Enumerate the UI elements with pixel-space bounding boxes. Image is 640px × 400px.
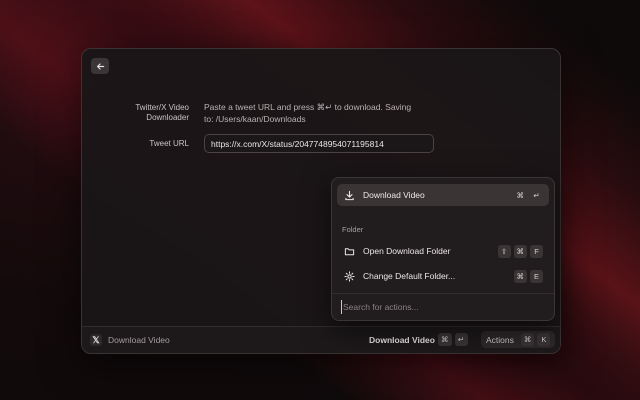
bottom-bar-title: Download Video xyxy=(108,335,170,345)
command-key-icon: ⌘ xyxy=(513,188,527,202)
actions-panel: Download Video ⌘ ↵ Folder Open Download … xyxy=(331,177,555,321)
primary-action-button[interactable]: Download Video xyxy=(369,335,435,345)
folder-icon xyxy=(343,245,355,257)
shift-key-icon: ⇧ xyxy=(497,244,511,258)
actions-label: Actions xyxy=(486,334,514,345)
arrow-left-icon xyxy=(96,62,104,70)
primary-action-shortcut: ⌘ ↵ xyxy=(438,333,468,346)
gear-icon xyxy=(343,270,355,282)
action-download-video[interactable]: Download Video ⌘ ↵ xyxy=(337,184,549,206)
f-key: F xyxy=(530,244,543,258)
description-text: Paste a tweet URL and press ⌘↵ to downlo… xyxy=(204,102,412,124)
command-key-icon: ⌘ xyxy=(513,244,527,258)
action-change-default-folder[interactable]: Change Default Folder... ⌘ E xyxy=(337,265,549,287)
tweet-url-input[interactable] xyxy=(204,134,434,153)
return-key-icon: ↵ xyxy=(530,188,543,202)
actions-search-input[interactable] xyxy=(341,300,543,314)
extension-title-label: Twitter/X Video Downloader xyxy=(135,103,189,122)
k-key: K xyxy=(537,333,551,346)
command-key-icon: ⌘ xyxy=(513,269,527,283)
command-key-icon: ⌘ xyxy=(520,333,535,346)
actions-button[interactable]: Actions ⌘ K xyxy=(481,331,555,348)
tweet-url-label: Tweet URL xyxy=(149,139,189,148)
action-label: Change Default Folder... xyxy=(363,271,456,281)
command-key-icon: ⌘ xyxy=(438,333,452,346)
bottom-action-bar: 𝕏 Download Video Download Video ⌘ ↵ Acti… xyxy=(82,326,560,353)
section-header-folder: Folder xyxy=(342,225,364,234)
download-icon xyxy=(343,189,355,201)
actions-search-area xyxy=(332,293,554,320)
action-label: Download Video xyxy=(363,190,425,200)
return-key-icon: ↵ xyxy=(454,333,468,346)
back-button[interactable] xyxy=(91,58,109,74)
e-key: E xyxy=(530,269,543,283)
x-logo-icon: 𝕏 xyxy=(90,334,102,346)
action-open-download-folder[interactable]: Open Download Folder ⇧ ⌘ F xyxy=(337,240,549,262)
action-label: Open Download Folder xyxy=(363,246,451,256)
